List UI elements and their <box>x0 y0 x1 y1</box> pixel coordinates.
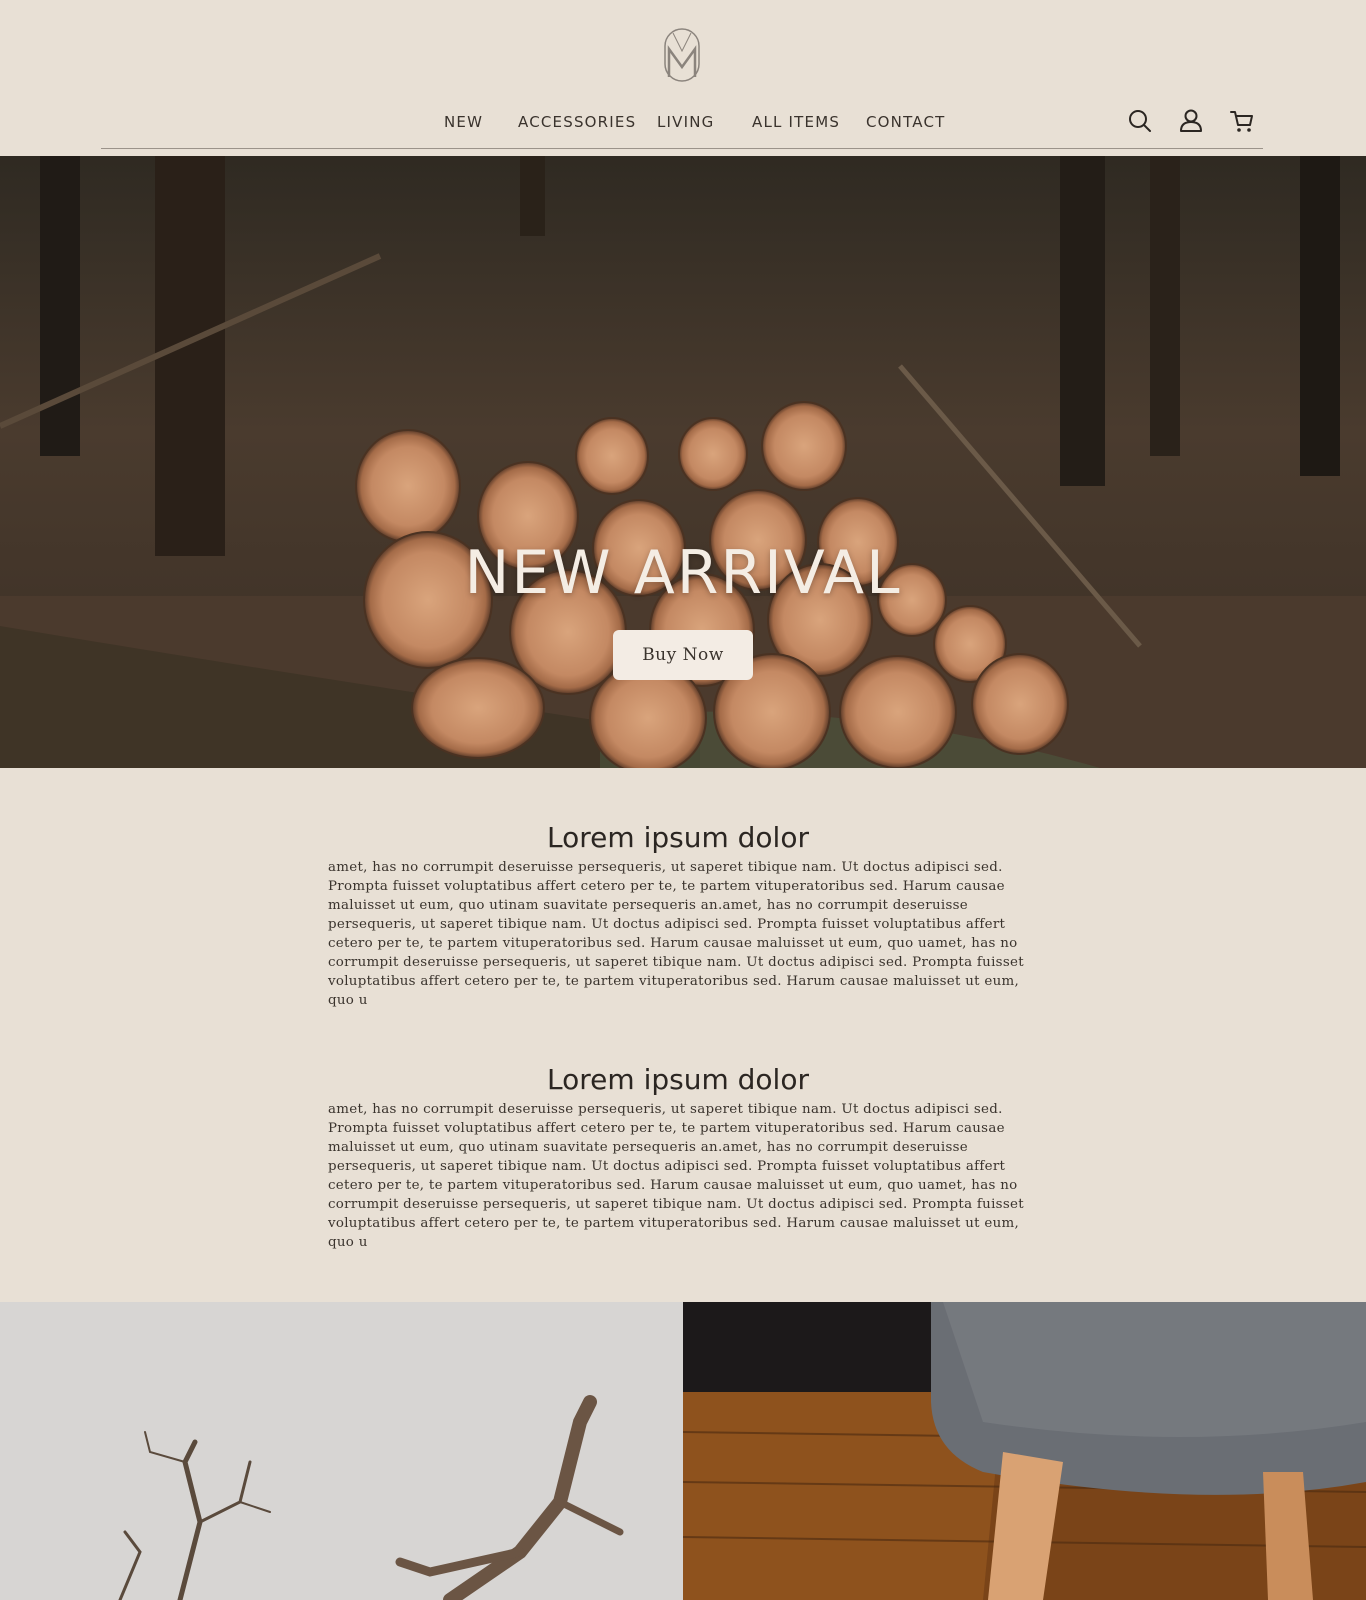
section-heading: Lorem ipsum dolor <box>547 1063 809 1096</box>
nav-item-contact[interactable]: CONTACT <box>866 110 946 134</box>
monogram-m-icon[interactable] <box>663 27 701 83</box>
gallery-image-driftwood[interactable] <box>0 1302 683 1600</box>
cart-icon[interactable] <box>1228 107 1256 135</box>
section-heading: Lorem ipsum dolor <box>547 821 809 854</box>
user-icon[interactable] <box>1177 107 1205 135</box>
gallery-image-stool[interactable] <box>683 1302 1366 1600</box>
content-section: Lorem ipsum dolor amet, has no corrumpit… <box>328 820 1028 1010</box>
header-divider <box>101 148 1263 149</box>
hero-title: NEW ARRIVAL <box>464 538 902 608</box>
nav-item-all-items[interactable]: ALL ITEMS <box>752 110 840 134</box>
nav-item-accessories[interactable]: ACCESSORIES <box>518 110 636 134</box>
content-section: Lorem ipsum dolor amet, has no corrumpit… <box>328 1062 1028 1252</box>
upholstered-stool-wood-floor-photo <box>683 1302 1366 1600</box>
section-body: amet, has no corrumpit deseruisse perseq… <box>328 1102 1024 1250</box>
driftwood-branches-photo <box>0 1302 683 1600</box>
hero-banner: NEW ARRIVAL Buy Now <box>0 156 1366 768</box>
buy-now-button[interactable]: Buy Now <box>613 630 753 680</box>
nav-item-living[interactable]: LIVING <box>657 110 715 134</box>
site-header: NEW ACCESSORIES LIVING ALL ITEMS CONTACT <box>0 0 1366 156</box>
nav-item-new[interactable]: NEW <box>444 110 483 134</box>
header-actions <box>1126 107 1256 137</box>
search-icon[interactable] <box>1126 107 1154 135</box>
section-body: amet, has no corrumpit deseruisse perseq… <box>328 860 1024 1008</box>
